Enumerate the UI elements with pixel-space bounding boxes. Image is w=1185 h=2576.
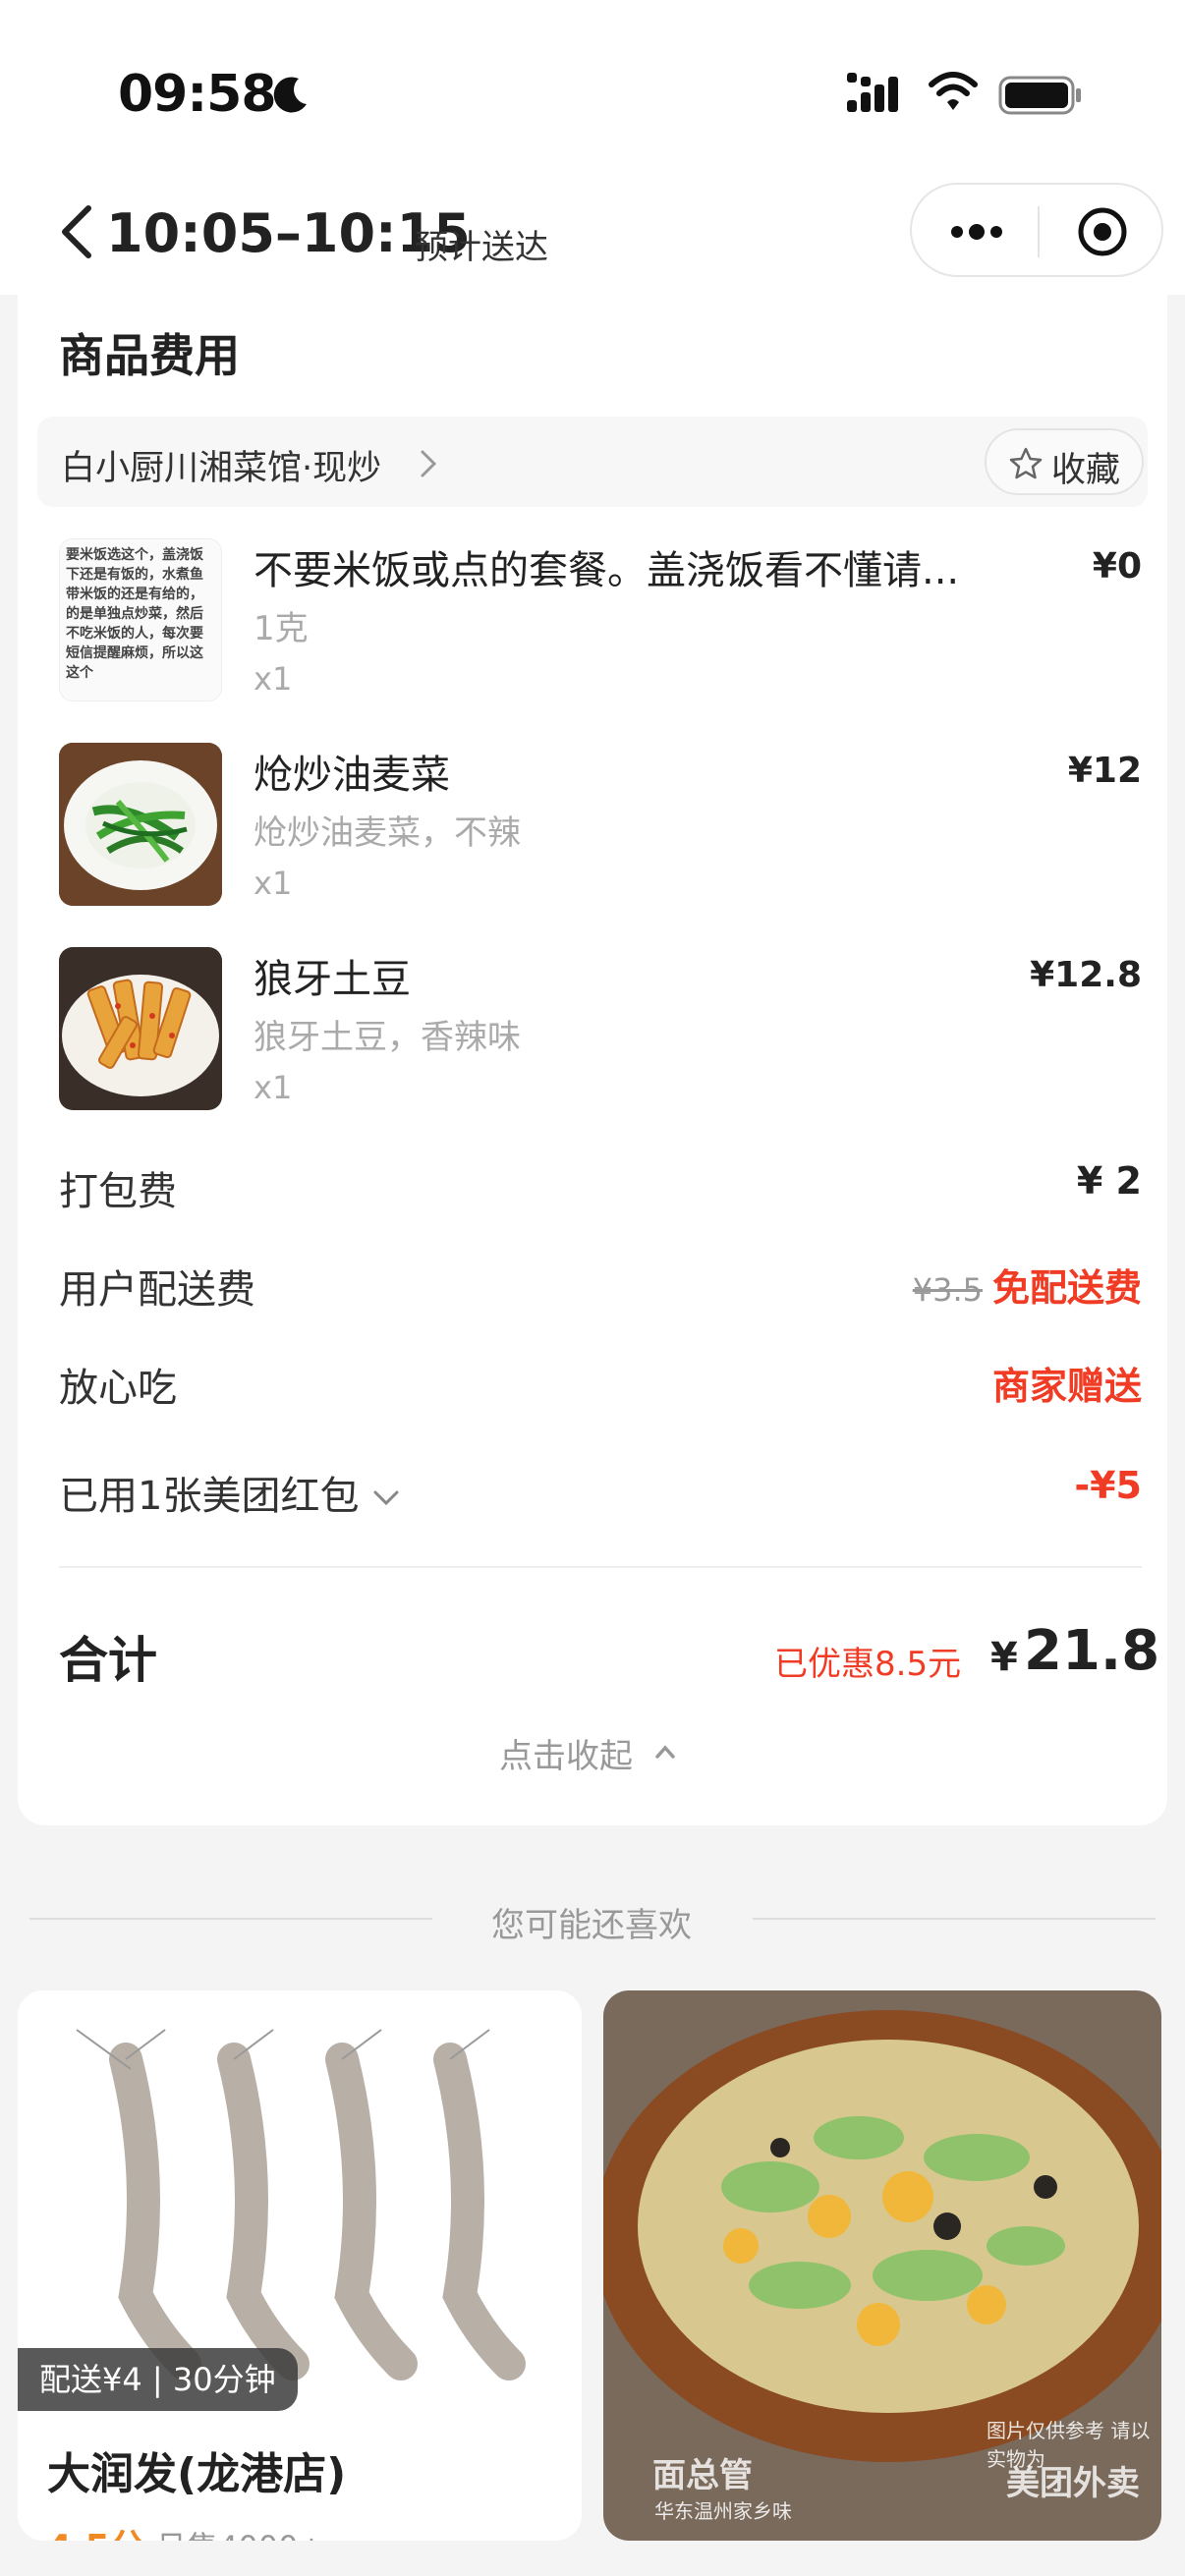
section-title: 商品费用	[59, 329, 240, 382]
packing-fee-row: 打包费 ¥ 2	[18, 1151, 1167, 1220]
discount-saved: 已优惠8.5元	[774, 1645, 962, 1684]
coupon-label: 已用1张美团红包	[59, 1474, 360, 1519]
item-thumbnail-greens	[59, 743, 222, 906]
delivery-time-label: 预计送达	[415, 228, 548, 267]
total-currency: ¥	[990, 1635, 1018, 1680]
delivery-fee-row: 用户配送费 ¥3.5 免配送费	[18, 1250, 1167, 1318]
packing-fee-value: ¥ 2	[1076, 1159, 1142, 1203]
order-item: 狼牙土豆 狼牙土豆，香辣味 x1 ¥12.8	[18, 947, 1167, 1124]
total-amount: 21.8	[1024, 1619, 1160, 1683]
collapse-button[interactable]: 点击收起	[499, 1729, 633, 1777]
packing-fee-label: 打包费	[59, 1169, 177, 1214]
greens-dish-image	[59, 743, 222, 906]
close-target-icon[interactable]	[1075, 204, 1130, 259]
battery-icon	[998, 76, 1081, 115]
status-bar: 09:58	[0, 0, 1185, 177]
item-quantity: x1	[254, 660, 293, 698]
chevron-down-icon	[373, 1490, 399, 1506]
signal-icon	[847, 73, 898, 112]
recommend-card-noodles[interactable]: 图片仅供参考 请以实物为 面总管 华东温州家乡味 美团外卖	[603, 1990, 1161, 2541]
delivery-fee-free: 免配送费	[991, 1266, 1142, 1310]
item-quantity: x1	[254, 865, 293, 902]
back-icon[interactable]	[55, 202, 98, 261]
item-name: 不要米饭或点的套餐。盖浇饭看不懂请...	[254, 548, 960, 593]
item-spec: 炝炒油麦菜，不辣	[254, 813, 521, 853]
watermark-platform: 美团外卖	[1006, 2464, 1140, 2503]
watermark-brand: 面总管	[652, 2456, 753, 2495]
divider-left	[29, 1918, 432, 1920]
mini-program-capsule	[910, 183, 1163, 277]
delivery-fee-label: 用户配送费	[59, 1267, 255, 1313]
favorite-label: 收藏	[1051, 451, 1121, 490]
delivery-fee-original: ¥3.5	[912, 1271, 983, 1309]
capsule-divider	[1038, 206, 1040, 257]
more-icon[interactable]	[947, 212, 1006, 252]
order-item: 炝炒油麦菜 炝炒油麦菜，不辣 x1 ¥12	[18, 743, 1167, 920]
item-quantity: x1	[254, 1069, 293, 1106]
potato-dish-image	[59, 947, 222, 1110]
delivery-badge: 配送¥4 | 30分钟	[18, 2348, 298, 2411]
coupon-row[interactable]: 已用1张美团红包 -¥5	[18, 1456, 1167, 1525]
chevron-up-icon[interactable]	[652, 1739, 678, 1764]
coupon-label-group[interactable]: 已用1张美团红包	[59, 1464, 401, 1521]
wifi-icon	[929, 72, 978, 110]
item-spec: 1克	[254, 609, 309, 648]
item-price: ¥12.8	[1030, 955, 1142, 995]
recommend-title: 您可能还喜欢	[491, 1906, 692, 1945]
store-rating: 4.5分	[47, 2519, 145, 2541]
store-name: 大润发(龙港店)	[47, 2449, 347, 2499]
order-item: 要米饭选这个，盖浇饭 下还是有饭的，水煮鱼 带米饭的还是有给的， 的是单独点炒菜…	[18, 538, 1167, 715]
shop-bar[interactable]: 白小厨川湘菜馆·现炒 收藏	[37, 417, 1148, 507]
assurance-row: 放心吃 商家赠送	[18, 1348, 1167, 1417]
status-time: 09:58	[118, 65, 277, 124]
moon-icon	[273, 77, 307, 113]
watermark-tag: 华东温州家乡味	[654, 2499, 792, 2523]
star-icon	[1009, 447, 1043, 479]
coupon-value: -¥5	[1074, 1464, 1142, 1507]
recommend-card-shrimp[interactable]: 配送¥4 | 30分钟 大润发(龙港店) 4.5分 月售4000+	[18, 1990, 582, 2541]
assurance-value: 商家赠送	[991, 1365, 1142, 1408]
divider	[59, 1566, 1142, 1568]
item-thumbnail-text-note: 要米饭选这个，盖浇饭 下还是有饭的，水煮鱼 带米饭的还是有给的， 的是单独点炒菜…	[59, 538, 222, 701]
delivery-fee-value-group: ¥3.5 免配送费	[913, 1258, 1142, 1312]
nav-bar: 10:05–10:15 预计送达	[0, 177, 1185, 295]
item-price: ¥0	[1092, 546, 1142, 587]
item-name: 炝炒油麦菜	[254, 753, 450, 798]
item-price: ¥12	[1067, 751, 1142, 791]
shop-name[interactable]: 白小厨川湘菜馆·现炒	[61, 440, 381, 490]
chevron-right-icon	[421, 450, 437, 477]
thumbnail-note-text: 要米饭选这个，盖浇饭 下还是有饭的，水煮鱼 带米饭的还是有给的， 的是单独点炒菜…	[66, 547, 203, 681]
item-name: 狼牙土豆	[254, 957, 411, 1002]
store-sales: 月售4000+	[155, 2523, 324, 2541]
order-fee-card: 商品费用 白小厨川湘菜馆·现炒 收藏 要米饭选这个，盖浇饭 下还是有饭的，水煮鱼…	[18, 295, 1167, 1825]
favorite-button[interactable]: 收藏	[985, 428, 1144, 495]
assurance-label: 放心吃	[59, 1366, 177, 1411]
divider-right	[753, 1918, 1156, 1920]
item-thumbnail-potato	[59, 947, 222, 1110]
item-spec: 狼牙土豆，香辣味	[254, 1018, 521, 1057]
total-label: 合计	[59, 1632, 157, 1689]
